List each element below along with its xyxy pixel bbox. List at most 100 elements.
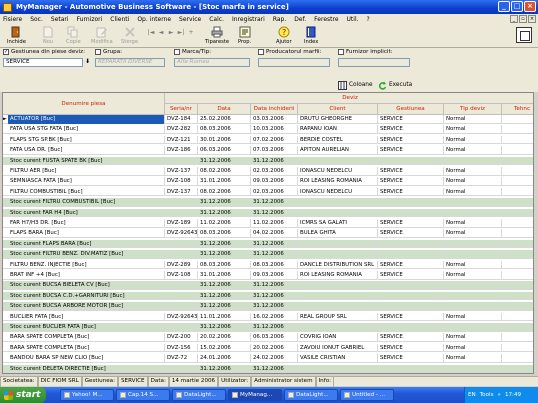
grupa-filter[interactable]: Grupa: (95, 49, 122, 55)
menu-fisiere[interactable]: Fisiere (0, 16, 26, 23)
table-row[interactable]: SEMNIASCA FATA [Buc] DVZ-108 31.01.2006 09.… (3, 177, 533, 186)
stock-group-row[interactable]: Stoc curent FLAPS BARA [Buc] 31.12.2006 31… (3, 239, 533, 249)
table-cell (298, 208, 378, 218)
mdi-close-button[interactable]: × (528, 15, 536, 23)
header-denumire-piesa[interactable]: Denumire piesa (3, 93, 165, 115)
table-row[interactable]: BUCLIER FATA [Buc] DVZ-926439 11.01.2006 16… (3, 312, 533, 322)
menu-help[interactable]: ? (363, 16, 374, 23)
add-record-button[interactable]: + (187, 29, 195, 37)
furnizor-filter[interactable]: Furnizor implicit: (338, 49, 393, 55)
menu-ferestre[interactable]: Ferestre (310, 16, 342, 23)
start-button[interactable]: start (0, 387, 46, 403)
table-row[interactable]: FATA USA STG FATA [Buc] DVZ-282 08.03.2006… (3, 125, 533, 134)
table-row[interactable]: FILTRU COMBUSTIBIL [Buc] DVZ-137 08.02.200… (3, 187, 533, 197)
gestiunea-filter[interactable]: ✓ Gestiunea din piese deviz: (3, 49, 85, 55)
menu-calc[interactable]: Calc. (205, 16, 228, 23)
print-button[interactable]: Tipareste (205, 26, 229, 45)
grupa-checkbox[interactable] (95, 49, 101, 55)
maximize-button[interactable]: □ (511, 1, 523, 12)
menu-service[interactable]: Service (175, 16, 205, 23)
taskbar-task-button[interactable]: MyManag... (228, 389, 282, 401)
taskbar-task-button[interactable]: Cap.14 S... (116, 389, 170, 401)
modify-button[interactable]: Modifica (91, 26, 113, 45)
table-row[interactable]: ► ACTUATOR [Buc] DVZ-184 25.02.2006 03.03.20… (3, 115, 533, 124)
producator-checkbox[interactable] (258, 49, 264, 55)
last-record-button[interactable]: ►| (177, 29, 185, 37)
table-row[interactable]: FILTRU BENZ. INJECTIE [Buc] DVZ-289 08.03.… (3, 260, 533, 270)
menu-inregistrari[interactable]: Inregistrari (228, 16, 269, 23)
marca-filter[interactable]: Marca/Tip: (174, 49, 211, 55)
header-client[interactable]: Client (298, 104, 378, 115)
task-label: Untitled - ... (352, 392, 386, 398)
tray-icon[interactable]: » (498, 392, 501, 398)
stock-group-row[interactable]: Stoc curent DELETA DIRECTIE [Buc] 31.12.2… (3, 364, 533, 373)
menu-clienti[interactable]: Clienti (106, 16, 133, 23)
menu-op-interne[interactable]: Op. interne (133, 16, 175, 23)
header-data-inchiderii[interactable]: Data inchiderii (251, 104, 298, 115)
taskbar-task-button[interactable]: DataLight... (172, 389, 226, 401)
menu-furnizori[interactable]: Furnizori (73, 16, 107, 23)
header-tip-deviz[interactable]: Tip deviz (444, 104, 502, 115)
language-indicator[interactable]: EN (468, 392, 476, 398)
gestiunea-input[interactable]: SERVICE (3, 58, 83, 67)
mdi-minimize-button[interactable]: _ (510, 15, 518, 23)
help-button[interactable]: ? Ajutor (276, 26, 292, 45)
table-row[interactable]: BRAT INF +4 [Buc] DVZ-108 31.01.2006 09.03.… (3, 271, 533, 280)
header-seria-nr[interactable]: Seria/nr (165, 104, 198, 115)
table-row[interactable]: FILTRU AER [Buc] DVZ-137 08.02.2006 02.03.2… (3, 167, 533, 176)
stock-grid[interactable]: Denumire piesa Deviz Seria/nr Data Data … (2, 92, 534, 374)
delete-button[interactable]: Sterge (121, 26, 138, 45)
stock-group-row[interactable]: Stoc curent BUCLIER FATA [Buc] 31.12.2006… (3, 323, 533, 332)
taskbar-task-button[interactable]: Yahoo! M... (60, 389, 114, 401)
table-row[interactable]: FAR H7/H3 DR. [Buc] DVZ-189 11.02.2006 11.0… (3, 219, 533, 228)
taskbar-task-button[interactable]: DataLight... (284, 389, 338, 401)
furnizor-checkbox[interactable] (338, 49, 344, 55)
prev-record-button[interactable]: ◄ (157, 29, 165, 37)
grupa-input[interactable]: REPARATII DIVERSE (95, 58, 165, 67)
mdi-restore-button[interactable]: ▫ (519, 15, 527, 23)
properties-button[interactable]: Prop. (238, 26, 251, 45)
columns-button[interactable]: Coloane (338, 79, 373, 91)
window-layout-icon[interactable] (516, 27, 532, 43)
close-button[interactable]: × (524, 1, 536, 12)
table-row[interactable]: FLAPS STG SP.BK [Buc] DVZ-121 30.01.2006 07… (3, 135, 533, 145)
stock-group-row[interactable]: Stoc curent FILTRU BENZ. DIV.MATIZ [Buc]… (3, 250, 533, 259)
execute-button[interactable]: Executa (378, 79, 412, 91)
close-doc-button[interactable]: Inchide (7, 26, 26, 45)
furnizor-input[interactable] (338, 58, 410, 67)
table-row[interactable]: BARA SPATE COMPLETA [Buc] DVZ-200 20.02.20… (3, 333, 533, 342)
dropdown-arrow-icon[interactable]: ⬇ (85, 58, 90, 65)
marca-input[interactable]: Alfa Romeo (174, 58, 250, 67)
stock-group-row[interactable]: Stoc curent BUCSA BIELETA CV [Buc] 31.12.… (3, 281, 533, 290)
stock-group-row[interactable]: Stoc curent BUCSA ARBORE MOTOR [Buc] 31.1… (3, 302, 533, 311)
menu-def[interactable]: Def. (290, 16, 310, 23)
tools-label[interactable]: Tools (480, 392, 494, 398)
menu-util[interactable]: Util. (343, 16, 363, 23)
next-record-button[interactable]: ► (167, 29, 175, 37)
stock-group-row[interactable]: Stoc curent FILTRU COMBUSTIBIL [Buc] 31.1… (3, 198, 533, 207)
table-row[interactable]: BARA SPATE COMPLETA [Buc] DVZ-156 15.02.20… (3, 343, 533, 353)
index-button[interactable]: Index (304, 26, 318, 45)
header-data[interactable]: Data (198, 104, 251, 115)
first-record-button[interactable]: |◄ (147, 29, 155, 37)
stock-group-row[interactable]: Stoc curent FUSTA SPATE BK [Buc] 31.12.20… (3, 156, 533, 166)
stock-group-row[interactable]: Stoc curent FAR H4 [Buc] 31.12.2006 31.12.… (3, 208, 533, 218)
stock-group-row[interactable]: Stoc curent BUCSA C.D.+GARNITURI [Buc] 31… (3, 291, 533, 301)
producator-filter[interactable]: Producatorul marfii: (258, 49, 321, 55)
menu-soc[interactable]: Soc. (26, 16, 47, 23)
table-cell (298, 323, 378, 332)
menu-setari[interactable]: Setari (47, 16, 73, 23)
taskbar-task-button[interactable]: Untitled - ... (340, 389, 394, 401)
menu-rap[interactable]: Rap. (269, 16, 290, 23)
table-row[interactable]: FLAPS BARA [Buc] DVZ-926435 08.03.2006 04.0… (3, 229, 533, 238)
header-tehnician[interactable]: Tehnc (502, 104, 533, 115)
gestiunea-checkbox[interactable]: ✓ (3, 49, 9, 55)
minimize-button[interactable]: _ (498, 1, 510, 12)
header-gestiunea[interactable]: Gestiunea (378, 104, 444, 115)
producator-input[interactable] (258, 58, 330, 67)
marca-checkbox[interactable] (174, 49, 180, 55)
copy-button[interactable]: Copie (66, 26, 81, 45)
table-row[interactable]: FATA USA DR. [Buc] DVZ-186 06.03.2006 07.03… (3, 146, 533, 155)
table-row[interactable]: BANDOU BARA SP NEW CLIO [Buc] DVZ-72 24.01… (3, 354, 533, 363)
new-button[interactable]: Nou (42, 26, 54, 45)
